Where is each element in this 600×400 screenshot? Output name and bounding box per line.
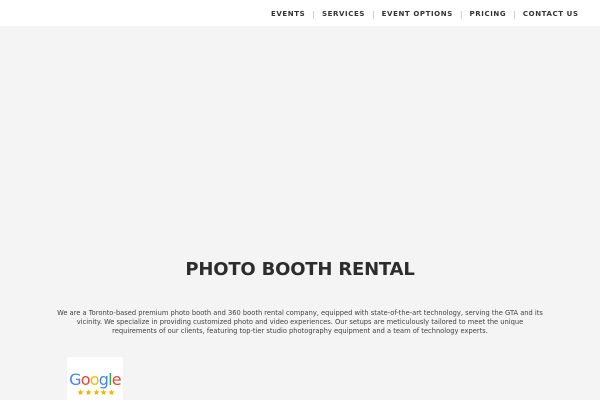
empty-hero-area: [0, 26, 600, 246]
nav-event-options-link[interactable]: EVENT OPTIONS: [382, 10, 453, 19]
nav-pricing-link[interactable]: PRICING: [470, 10, 507, 19]
nav-separator: |: [459, 9, 463, 19]
top-navigation-bar: EVENTS | SERVICES | EVENT OPTIONS | PRIC…: [0, 0, 600, 26]
google-logo-letter-g: G: [69, 370, 81, 389]
nav-separator: |: [371, 9, 375, 19]
main-navigation: EVENTS | SERVICES | EVENT OPTIONS | PRIC…: [271, 8, 579, 20]
google-logo-letter-o-yellow: o: [89, 370, 100, 389]
star-icon: [85, 388, 92, 395]
google-logo-letter-e: e: [111, 370, 122, 389]
nav-contact-us-link[interactable]: CONTACT US: [523, 10, 579, 19]
nav-services-link[interactable]: SERVICES: [322, 10, 365, 19]
nav-events-link[interactable]: EVENTS: [271, 10, 305, 19]
star-icon: [108, 388, 115, 395]
nav-separator: |: [312, 9, 315, 19]
five-star-rating: [77, 388, 115, 396]
nav-separator: |: [513, 9, 516, 19]
google-logo: Google: [68, 371, 122, 389]
star-icon: [93, 388, 99, 395]
google-logo-letter-o-red: o: [80, 370, 91, 389]
star-icon: [100, 388, 107, 395]
photo-booth-rental-page: EVENTS | SERVICES | EVENT OPTIONS | PRIC…: [0, 0, 600, 400]
google-review-badge[interactable]: Google: [67, 357, 123, 400]
star-icon: [77, 388, 84, 395]
company-description: We are a Toronto-based premium photo boo…: [57, 308, 543, 335]
google-logo-letter-g-blue: g: [98, 370, 109, 389]
page-title: PHOTO BOOTH RENTAL: [185, 259, 415, 281]
